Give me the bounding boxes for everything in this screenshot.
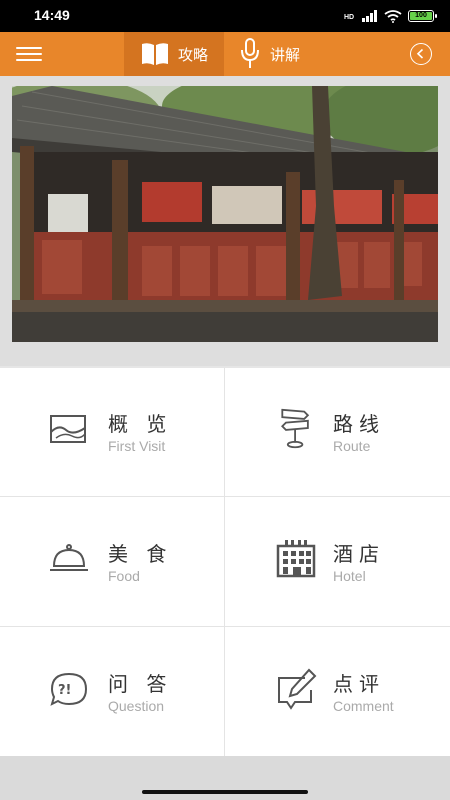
menu-item-subtitle: Comment	[333, 698, 394, 714]
app-header: 攻略 讲解	[0, 32, 450, 76]
pavilion-photo-illustration	[12, 86, 438, 342]
grid-divider-horizontal	[0, 626, 450, 627]
menu-item-subtitle: Food	[108, 568, 140, 584]
hd-icon: HD	[344, 14, 354, 21]
tab-guide[interactable]: 攻略	[124, 32, 224, 76]
cloche-icon	[50, 544, 88, 571]
menu-item-title: 概 览	[108, 412, 173, 436]
menu-item-title: 点评	[333, 672, 385, 696]
status-icons: HD 100	[344, 8, 437, 24]
menu-item-subtitle: First Visit	[108, 438, 166, 454]
tab-guide-label: 攻略	[177, 45, 208, 64]
tab-audio-guide[interactable]: 讲解	[240, 32, 330, 76]
microphone-icon	[241, 38, 259, 68]
battery-level: 100	[410, 12, 432, 20]
svg-text:?!: ?!	[58, 683, 71, 698]
feature-menu-grid: 概 览 First Visit 路线 Route 美 食 Food 酒店 Hot…	[0, 368, 450, 756]
menu-item-hotel[interactable]: 酒店 Hotel	[225, 498, 449, 626]
home-indicator[interactable]	[142, 790, 308, 794]
menu-item-route[interactable]: 路线 Route	[225, 368, 449, 496]
menu-item-first-visit[interactable]: 概 览 First Visit	[0, 368, 224, 496]
menu-item-subtitle: Hotel	[333, 568, 366, 584]
status-time: 14:49	[34, 7, 70, 23]
edit-comment-icon	[278, 668, 317, 710]
svg-text:HD: HD	[344, 14, 354, 21]
signal-icon	[362, 10, 377, 22]
menu-item-subtitle: Question	[108, 698, 165, 714]
question-bubble-icon: ?!	[50, 672, 88, 706]
status-bar: 14:49 HD 100	[0, 0, 450, 32]
banner-area	[0, 76, 450, 366]
menu-item-title: 美 食	[108, 542, 173, 566]
menu-item-comment[interactable]: 点评 Comment	[225, 628, 449, 756]
landscape-icon	[50, 415, 86, 443]
banner-photo[interactable]	[12, 86, 438, 342]
battery-icon: 100	[408, 10, 437, 22]
grid-divider-horizontal	[0, 496, 450, 497]
chevron-left-icon	[416, 48, 424, 59]
menu-item-title: 酒店	[333, 542, 385, 566]
back-button[interactable]	[410, 43, 432, 65]
menu-item-subtitle: Route	[333, 438, 371, 454]
book-icon	[141, 43, 168, 65]
menu-item-question[interactable]: ?! 问 答 Question	[0, 628, 224, 756]
tab-audio-label: 讲解	[270, 45, 301, 64]
hotel-icon	[276, 540, 316, 578]
menu-item-food[interactable]: 美 食 Food	[0, 498, 224, 626]
menu-item-title: 问 答	[108, 672, 173, 696]
signpost-icon	[281, 408, 310, 449]
hamburger-menu-button[interactable]	[16, 44, 42, 64]
menu-item-title: 路线	[333, 412, 385, 436]
wifi-icon	[384, 9, 402, 23]
